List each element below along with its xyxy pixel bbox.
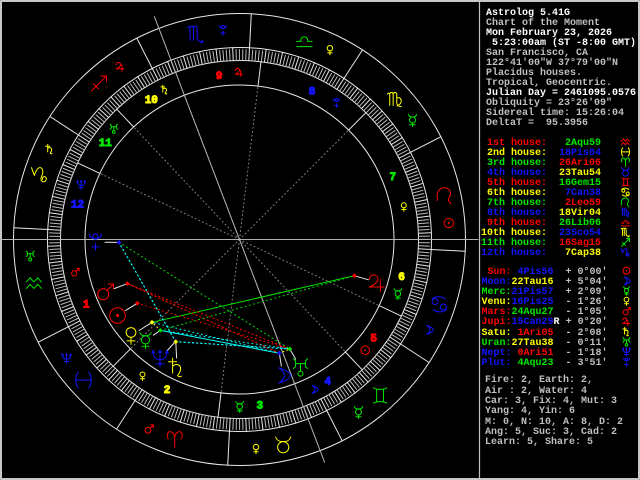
svg-text:1: 1	[83, 299, 90, 311]
svg-text:6: 6	[398, 272, 405, 284]
svg-text:9: 9	[216, 71, 223, 83]
svg-text:8: 8	[309, 86, 316, 98]
svg-text:11: 11	[99, 138, 113, 150]
svg-text:10: 10	[145, 95, 158, 107]
svg-text:12: 12	[71, 199, 84, 211]
svg-text:5: 5	[370, 333, 377, 345]
svg-text:2: 2	[164, 385, 171, 397]
svg-text:7: 7	[389, 172, 396, 184]
svg-text:3: 3	[256, 401, 263, 413]
svg-text:4: 4	[324, 376, 331, 388]
